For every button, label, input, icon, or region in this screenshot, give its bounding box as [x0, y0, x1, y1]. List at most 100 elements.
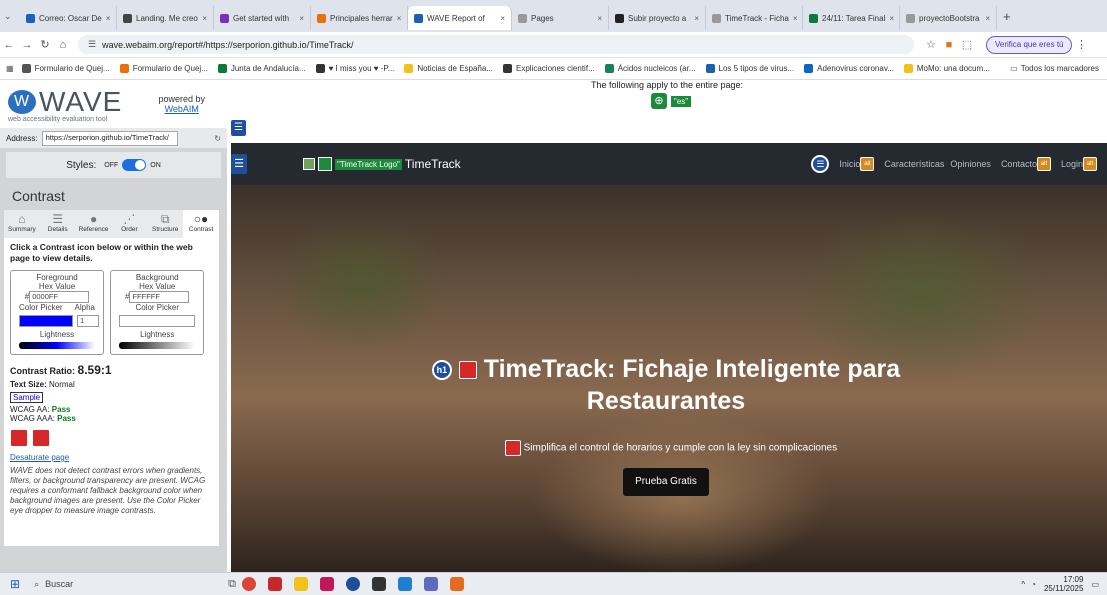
clock[interactable]: 17:09 25/11/2025 [1044, 575, 1083, 593]
forward-icon[interactable]: → [18, 39, 36, 51]
task-view-icon[interactable]: ⧉ [228, 578, 236, 591]
app-icon[interactable] [423, 577, 438, 591]
nav-details[interactable]: ☰ Details [40, 210, 76, 238]
fg-color-picker[interactable] [19, 315, 73, 327]
fg-hex-label: Hex Value [38, 282, 76, 291]
browser-tab[interactable]: Landing. Me creo × [117, 6, 214, 30]
bg-hex-input[interactable]: FFFFFF [129, 291, 190, 303]
foreground-legend: Foreground [36, 273, 78, 282]
bookmark-item[interactable]: MoMo: una docum... [903, 64, 990, 73]
styles-toggle[interactable] [122, 159, 147, 171]
chrome-icon[interactable] [241, 577, 256, 591]
all-bookmarks[interactable]: ▭ Todos los marcadores [1010, 64, 1099, 73]
language-icon[interactable]: ⊕ [651, 93, 667, 109]
close-tab-icon[interactable]: × [593, 14, 602, 23]
site-brand[interactable]: "TimeTrack Logo" TimeTrack [303, 157, 461, 171]
vscode-icon[interactable] [397, 577, 412, 591]
nav-login[interactable]: Login [1061, 159, 1083, 169]
url-bar[interactable]: ☰ wave.webaim.org/report#/https://serpor… [78, 35, 914, 54]
fg-hex-input[interactable]: 0000FF [29, 291, 90, 303]
app-icon[interactable] [449, 577, 464, 591]
nav-order[interactable]: ⋰ Order [111, 210, 147, 238]
bg-lightness-slider[interactable] [119, 342, 196, 349]
bookmark-item[interactable]: Adenovirus coronav... [804, 64, 894, 73]
bookmark-item[interactable]: ♥ I miss you ♥ -P... [315, 64, 394, 73]
site-info-icon[interactable]: ☰ [88, 39, 96, 50]
apps-icon[interactable]: ▦ [6, 64, 14, 73]
refresh-icon[interactable]: ↻ [214, 134, 221, 143]
reload-icon[interactable]: ↻ [36, 38, 54, 51]
alpha-input[interactable]: 1 [77, 315, 99, 327]
browser-menu-icon[interactable]: ⋮ [1072, 38, 1090, 51]
acrobat-icon[interactable] [267, 577, 282, 591]
close-tab-icon[interactable]: × [198, 14, 207, 23]
chevron-up-icon[interactable]: ^ [1021, 580, 1025, 589]
browser-tab[interactable]: WAVE Report of × [408, 6, 512, 30]
bookmark-item[interactable]: Formulario de Quej... [119, 64, 208, 73]
nav-opiniones[interactable]: Opiniones [950, 159, 991, 169]
home-icon[interactable]: ⌂ [54, 39, 72, 51]
nav-contrast[interactable]: ○● Contrast [183, 210, 219, 238]
contrast-error-icon[interactable] [458, 361, 477, 380]
notification-icon[interactable]: ▭ [1091, 580, 1099, 589]
tab-label: 24/11: Tarea Final [822, 13, 886, 23]
browser-tab[interactable]: Subir proyecto a × [609, 6, 706, 30]
close-tab-icon[interactable]: × [295, 14, 304, 23]
nav-reference[interactable]: ● Reference [76, 210, 112, 238]
bookmark-label: Formulario de Quej... [34, 64, 110, 73]
terminal-icon[interactable] [371, 577, 386, 591]
bookmark-item[interactable]: Noticias de España... [404, 64, 493, 73]
tab-favicon-icon [317, 13, 326, 23]
bookmark-item[interactable]: Los 5 tipos de virus... [705, 64, 794, 73]
taskbar-search[interactable]: ⌕ Buscar [34, 579, 214, 590]
extensions-menu-icon[interactable]: ⬚ [958, 38, 976, 51]
app-icon[interactable] [345, 577, 360, 591]
structure-icon[interactable]: ☰ [231, 120, 246, 136]
network-icon[interactable]: ◔ [1031, 580, 1036, 589]
windows-start-icon[interactable]: ⊞ [10, 577, 20, 591]
wave-logo-icon: W [8, 90, 36, 114]
close-tab-icon[interactable]: × [789, 14, 798, 23]
app-icon[interactable] [319, 577, 334, 591]
fg-lightness-slider[interactable] [19, 342, 95, 349]
nav-structure-icon[interactable]: ☰ [231, 154, 247, 174]
browser-tab[interactable]: proyectoBootstra × [900, 6, 997, 30]
tab-search-icon[interactable]: ⌄ [4, 11, 20, 22]
bookmark-item[interactable]: Junta de Andalucía... [217, 64, 306, 73]
contrast-error-icon[interactable] [10, 429, 28, 447]
address-input[interactable]: https://serporion.github.io/TimeTrack/ [41, 130, 178, 146]
extension-icon[interactable]: ■ [940, 39, 958, 51]
desaturate-link[interactable]: Desaturate page [10, 453, 213, 462]
nav-caracteristicas[interactable]: Características [884, 159, 944, 169]
close-tab-icon[interactable]: × [102, 14, 111, 23]
bg-color-picker[interactable] [119, 315, 196, 327]
contrast-error-icon[interactable] [504, 440, 521, 456]
browser-tab[interactable]: Pages × [512, 6, 609, 30]
bookmark-item[interactable]: Ácidos nucleicos (ar... [604, 64, 696, 73]
close-tab-icon[interactable]: × [981, 14, 990, 23]
cta-button[interactable]: Prueba Gratis [623, 468, 709, 496]
browser-tab[interactable]: Get started with × [214, 6, 311, 30]
close-tab-icon[interactable]: × [496, 14, 505, 23]
webaim-link[interactable]: WebAIM [158, 104, 205, 114]
nav-contacto[interactable]: Contacto [1001, 159, 1037, 169]
browser-tab[interactable]: Principales herrar × [311, 6, 408, 30]
browser-tab[interactable]: 24/11: Tarea Final × [803, 6, 900, 30]
close-tab-icon[interactable]: × [885, 14, 894, 23]
close-tab-icon[interactable]: × [393, 14, 402, 23]
verify-button[interactable]: Verifica que eres tú [986, 35, 1073, 54]
bookmark-item[interactable]: Formulario de Quej... [21, 64, 110, 73]
close-tab-icon[interactable]: × [690, 14, 699, 23]
nav-summary[interactable]: ⌂ Summary [4, 210, 40, 238]
bookmark-star-icon[interactable]: ☆ [922, 38, 940, 51]
nav-inicio[interactable]: Inicio [839, 159, 860, 169]
browser-tab[interactable]: Correo: Oscar De × [20, 6, 117, 30]
fg-lightness-label: Lightness [39, 330, 75, 339]
browser-tab[interactable]: TimeTrack - Ficha × [706, 6, 803, 30]
back-icon[interactable]: ← [0, 39, 18, 51]
bookmark-item[interactable]: Explicaciones cientif... [503, 64, 595, 73]
file-explorer-icon[interactable] [293, 577, 308, 591]
new-tab-icon[interactable]: + [1003, 9, 1011, 24]
contrast-error-icon[interactable] [32, 429, 50, 447]
nav-structure[interactable]: ⧉ Structure [147, 210, 183, 238]
